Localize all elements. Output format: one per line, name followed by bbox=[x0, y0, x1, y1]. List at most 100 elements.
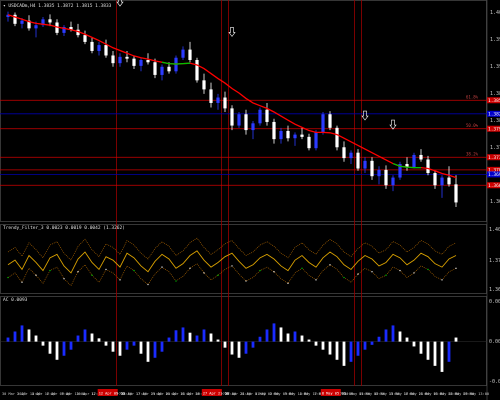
ac-bar[interactable] bbox=[377, 336, 381, 342]
candle[interactable] bbox=[181, 49, 185, 58]
ac-bar[interactable] bbox=[356, 341, 360, 356]
candle[interactable] bbox=[307, 136, 311, 149]
ac-bar[interactable] bbox=[447, 341, 451, 362]
candle[interactable] bbox=[454, 184, 458, 203]
candle[interactable] bbox=[391, 177, 395, 186]
ac-bar[interactable] bbox=[244, 341, 248, 354]
price-tag[interactable]: 1.3826 bbox=[487, 110, 500, 118]
ac-bar[interactable] bbox=[202, 329, 206, 342]
ac-bar[interactable] bbox=[139, 341, 143, 354]
candle[interactable] bbox=[258, 109, 262, 124]
ac-bar[interactable] bbox=[307, 339, 311, 342]
ac-bar[interactable] bbox=[293, 331, 297, 342]
ac-bar[interactable] bbox=[195, 335, 199, 342]
ac-bar[interactable] bbox=[223, 341, 227, 348]
ac-bar[interactable] bbox=[300, 335, 304, 342]
candle[interactable] bbox=[209, 89, 213, 103]
candle[interactable] bbox=[97, 45, 101, 51]
ac-bar[interactable] bbox=[419, 341, 423, 354]
ac-bar[interactable] bbox=[335, 341, 339, 360]
ac-bar[interactable] bbox=[398, 331, 402, 342]
candle[interactable] bbox=[139, 60, 143, 66]
ac-bar[interactable] bbox=[279, 327, 283, 342]
price-tag[interactable]: 1.3668 bbox=[487, 182, 500, 189]
candle[interactable] bbox=[349, 152, 353, 159]
ac-bar[interactable] bbox=[153, 341, 157, 358]
candle[interactable] bbox=[328, 114, 332, 128]
ac-bar[interactable] bbox=[118, 341, 122, 356]
ac-bar[interactable] bbox=[328, 341, 332, 355]
ac-bar[interactable] bbox=[237, 341, 241, 358]
candle[interactable] bbox=[153, 62, 157, 75]
candle[interactable] bbox=[265, 109, 269, 122]
price-tag[interactable]: 1.3692 bbox=[487, 171, 500, 178]
price-tag[interactable]: 1.3856 bbox=[487, 97, 500, 104]
candle[interactable] bbox=[293, 134, 297, 139]
candle[interactable] bbox=[286, 130, 290, 139]
candle[interactable] bbox=[230, 108, 234, 126]
ac-bar[interactable] bbox=[132, 341, 136, 346]
ac-bar[interactable] bbox=[391, 325, 395, 342]
candle[interactable] bbox=[188, 49, 192, 60]
candle[interactable] bbox=[83, 35, 87, 42]
candle[interactable] bbox=[202, 80, 206, 90]
ac-bar[interactable] bbox=[104, 341, 108, 346]
ac-bar[interactable] bbox=[90, 333, 94, 342]
candle[interactable] bbox=[342, 147, 346, 159]
candle[interactable] bbox=[300, 134, 304, 137]
candle[interactable] bbox=[370, 160, 374, 177]
candle[interactable] bbox=[160, 66, 164, 75]
ac-bar[interactable] bbox=[69, 341, 73, 350]
candle[interactable] bbox=[412, 154, 416, 168]
ac-bar[interactable] bbox=[62, 341, 66, 356]
candle[interactable] bbox=[20, 20, 24, 24]
ac-bar[interactable] bbox=[48, 341, 52, 354]
ac-bar[interactable] bbox=[76, 335, 80, 342]
ac-bar[interactable] bbox=[83, 329, 87, 342]
candle[interactable] bbox=[447, 177, 451, 185]
ac-bar[interactable] bbox=[230, 341, 234, 355]
ac-bar[interactable] bbox=[209, 333, 213, 342]
candle[interactable] bbox=[314, 132, 318, 149]
ac-bar[interactable] bbox=[405, 337, 409, 342]
candle[interactable] bbox=[419, 154, 423, 160]
candle[interactable] bbox=[279, 130, 283, 140]
ac-bar[interactable] bbox=[251, 341, 255, 348]
chart-canvas[interactable]: 61.8% 50.0% 38.2% 1.4040 1.3990 1.3935 1.3880… bbox=[0, 0, 500, 400]
ac-bar[interactable] bbox=[272, 323, 276, 342]
candle[interactable] bbox=[244, 114, 248, 131]
ac-bar[interactable] bbox=[97, 338, 101, 342]
ac-bar[interactable] bbox=[265, 329, 269, 342]
ac-bar[interactable] bbox=[314, 341, 318, 346]
candle[interactable] bbox=[433, 173, 437, 186]
ac-bar[interactable] bbox=[146, 341, 150, 362]
ac-bar[interactable] bbox=[174, 330, 178, 342]
candle[interactable] bbox=[146, 60, 150, 63]
ac-bar[interactable] bbox=[426, 341, 430, 360]
candle[interactable] bbox=[321, 114, 325, 133]
candle[interactable] bbox=[272, 121, 276, 140]
candle[interactable] bbox=[167, 66, 171, 72]
candle[interactable] bbox=[34, 25, 38, 29]
candle[interactable] bbox=[251, 123, 255, 131]
ac-bar[interactable] bbox=[258, 336, 262, 342]
candle[interactable] bbox=[223, 97, 227, 109]
ac-bar[interactable] bbox=[349, 341, 353, 362]
candle[interactable] bbox=[111, 55, 115, 64]
candle[interactable] bbox=[363, 160, 367, 169]
ac-bar[interactable] bbox=[125, 341, 129, 350]
candle[interactable] bbox=[216, 97, 220, 103]
price-tag[interactable]: 1.3793 bbox=[487, 125, 500, 133]
trading-chart-window[interactable]: 61.8% 50.0% 38.2% 1.4040 1.3990 1.3935 1.3880… bbox=[0, 0, 500, 400]
candle[interactable] bbox=[104, 45, 108, 56]
ac-bar[interactable] bbox=[34, 335, 38, 342]
ac-bar[interactable] bbox=[41, 341, 45, 346]
candle[interactable] bbox=[118, 56, 122, 64]
candle[interactable] bbox=[440, 177, 444, 186]
ac-bar[interactable] bbox=[342, 341, 346, 366]
ac-bar[interactable] bbox=[412, 341, 416, 347]
ac-bar[interactable] bbox=[27, 329, 31, 342]
ac-bar[interactable] bbox=[384, 329, 388, 342]
ac-bar[interactable] bbox=[6, 337, 10, 342]
ac-bar[interactable] bbox=[20, 325, 24, 342]
